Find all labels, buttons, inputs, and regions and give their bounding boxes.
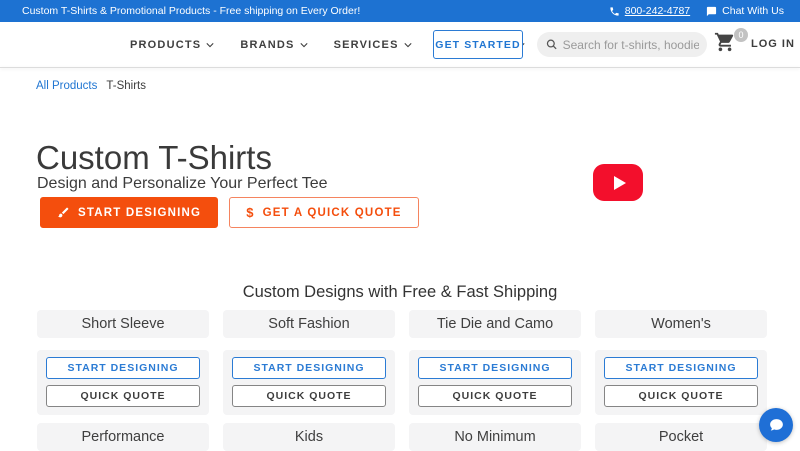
nav-divider bbox=[0, 67, 800, 68]
promo-text: Custom T-Shirts & Promotional Products -… bbox=[22, 5, 361, 17]
search-input[interactable] bbox=[562, 37, 699, 52]
tile-tie-die-camo: Tie Die and Camo START DESIGNING QUICK Q… bbox=[409, 310, 581, 415]
main-nav: PRODUCTS BRANDS SERVICES LOCATIONS GET S… bbox=[0, 22, 800, 67]
tile-title[interactable]: No Minimum bbox=[409, 423, 581, 451]
tile-start-designing-button[interactable]: START DESIGNING bbox=[418, 357, 572, 379]
chat-with-us-link[interactable]: Chat With Us bbox=[706, 5, 784, 17]
chat-bubble-icon bbox=[769, 418, 783, 430]
phone-link[interactable]: 800-242-4787 bbox=[609, 5, 690, 17]
tile-soft-fashion: Soft Fashion START DESIGNING QUICK QUOTE bbox=[223, 310, 395, 415]
nav-item-brands[interactable]: BRANDS bbox=[240, 38, 308, 51]
tile-pocket: Pocket bbox=[595, 423, 767, 451]
search-bar[interactable] bbox=[537, 32, 707, 57]
tile-start-designing-button[interactable]: START DESIGNING bbox=[46, 357, 200, 379]
section-title: Custom Designs with Free & Fast Shipping bbox=[242, 283, 558, 301]
quick-quote-label: GET A QUICK QUOTE bbox=[262, 206, 402, 219]
tile-title[interactable]: Performance bbox=[37, 423, 209, 451]
hero-buttons: START DESIGNING $ GET A QUICK QUOTE bbox=[40, 197, 419, 228]
quick-quote-button[interactable]: $ GET A QUICK QUOTE bbox=[229, 197, 419, 228]
cart-icon bbox=[714, 32, 734, 52]
tile-quick-quote-button[interactable]: QUICK QUOTE bbox=[232, 385, 386, 407]
dollar-icon: $ bbox=[246, 205, 255, 220]
start-designing-label: START DESIGNING bbox=[78, 206, 202, 219]
tiles-row-2: Performance Kids No Minimum Pocket bbox=[37, 423, 767, 451]
tile-quick-quote-button[interactable]: QUICK QUOTE bbox=[46, 385, 200, 407]
tile-title[interactable]: Short Sleeve bbox=[37, 310, 209, 338]
cart-count-badge: 0 bbox=[734, 28, 748, 42]
nav-item-brands-label: BRANDS bbox=[240, 38, 295, 51]
play-icon bbox=[613, 175, 626, 190]
phone-number: 800-242-4787 bbox=[624, 5, 691, 17]
tiles-row-1: Short Sleeve START DESIGNING QUICK QUOTE… bbox=[37, 310, 767, 415]
tile-actions: START DESIGNING QUICK QUOTE bbox=[595, 350, 767, 415]
breadcrumb-current: T-Shirts bbox=[106, 80, 146, 92]
nav-item-services[interactable]: SERVICES bbox=[334, 39, 412, 51]
tile-start-designing-button[interactable]: START DESIGNING bbox=[232, 357, 386, 379]
tile-title[interactable]: Tie Die and Camo bbox=[409, 310, 581, 338]
chevron-down-icon bbox=[206, 42, 214, 47]
hero-subtitle: Design and Personalize Your Perfect Tee bbox=[37, 175, 328, 192]
breadcrumb: All Products T-Shirts bbox=[36, 80, 146, 92]
phone-icon bbox=[610, 6, 619, 16]
chat-fab-button[interactable] bbox=[759, 408, 793, 442]
tile-womens: Women's START DESIGNING QUICK QUOTE bbox=[595, 310, 767, 415]
chat-with-us-label: Chat With Us bbox=[722, 5, 784, 17]
tile-actions: START DESIGNING QUICK QUOTE bbox=[409, 350, 581, 415]
get-started-button[interactable]: GET STARTED bbox=[433, 30, 523, 59]
tile-title[interactable]: Soft Fashion bbox=[223, 310, 395, 338]
chevron-down-icon bbox=[299, 42, 308, 47]
tile-title[interactable]: Women's bbox=[595, 310, 767, 338]
tile-no-minimum: No Minimum bbox=[409, 423, 581, 451]
search-icon bbox=[546, 39, 557, 50]
nav-item-products-label: PRODUCTS bbox=[130, 38, 202, 51]
tile-actions: START DESIGNING QUICK QUOTE bbox=[223, 350, 395, 415]
cart-button[interactable]: 0 bbox=[714, 28, 748, 59]
tile-start-designing-button[interactable]: START DESIGNING bbox=[604, 357, 758, 379]
tile-short-sleeve: Short Sleeve START DESIGNING QUICK QUOTE bbox=[37, 310, 209, 415]
paintbrush-icon bbox=[58, 207, 69, 218]
tile-performance: Performance bbox=[37, 423, 209, 451]
tile-title[interactable]: Kids bbox=[223, 423, 395, 451]
tile-kids: Kids bbox=[223, 423, 395, 451]
page-title: Custom T-Shirts bbox=[36, 139, 272, 176]
start-designing-button[interactable]: START DESIGNING bbox=[40, 197, 219, 228]
tile-quick-quote-button[interactable]: QUICK QUOTE bbox=[604, 385, 758, 407]
tile-quick-quote-button[interactable]: QUICK QUOTE bbox=[418, 385, 572, 407]
breadcrumb-all-products[interactable]: All Products bbox=[36, 80, 97, 92]
promo-bar: Custom T-Shirts & Promotional Products -… bbox=[0, 0, 800, 22]
youtube-play-button[interactable] bbox=[593, 164, 643, 201]
tile-title[interactable]: Pocket bbox=[595, 423, 767, 451]
chat-icon bbox=[707, 6, 717, 16]
tile-actions: START DESIGNING QUICK QUOTE bbox=[37, 350, 209, 415]
chevron-down-icon bbox=[404, 42, 412, 47]
login-link[interactable]: LOG IN bbox=[751, 38, 795, 50]
nav-item-services-label: SERVICES bbox=[333, 38, 399, 51]
nav-item-products[interactable]: PRODUCTS bbox=[130, 39, 214, 51]
